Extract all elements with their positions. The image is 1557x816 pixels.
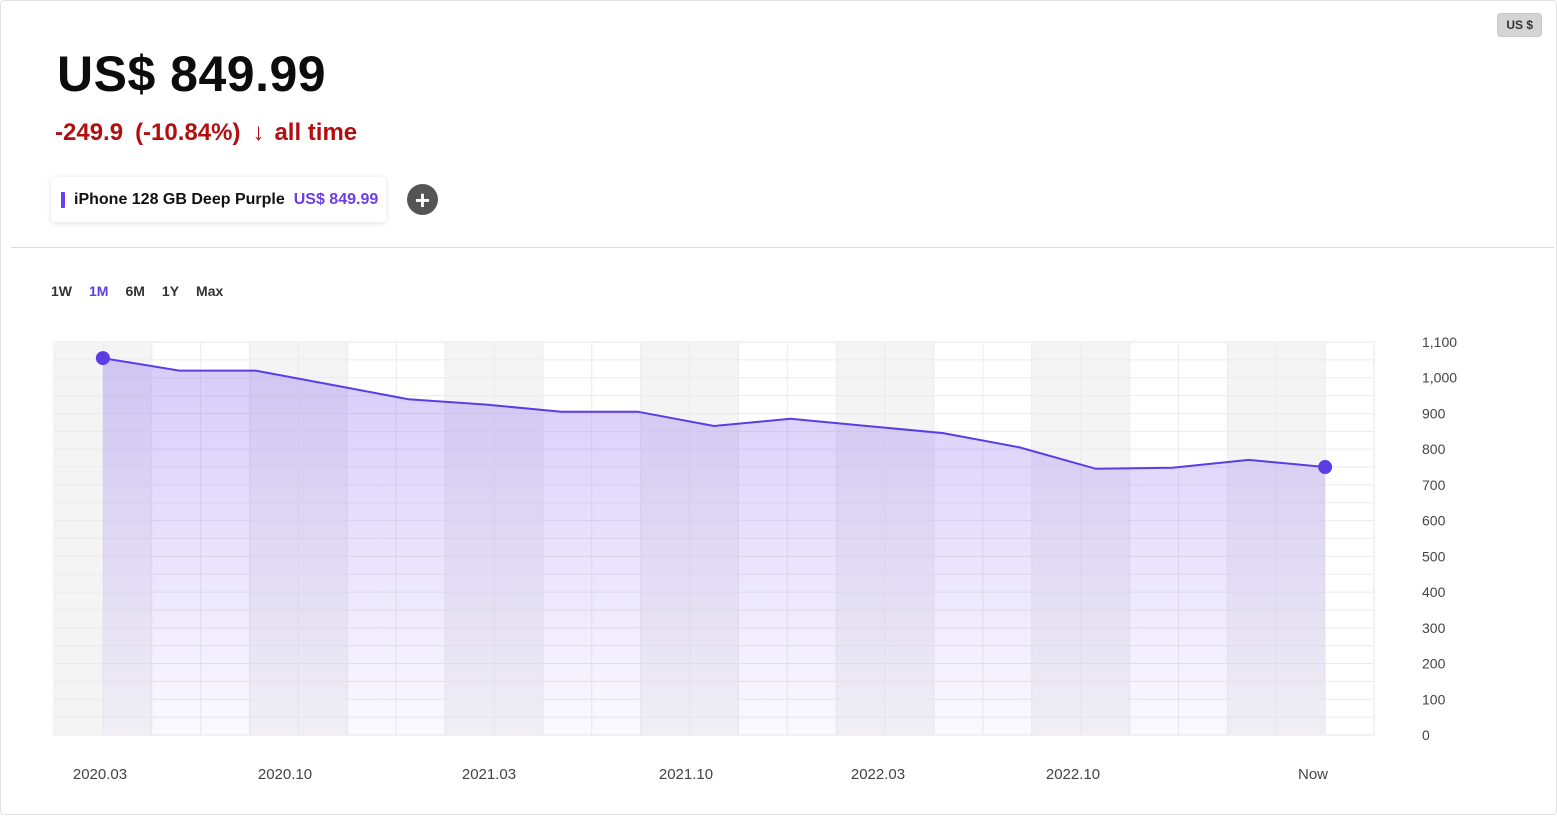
y-tick-label: 800 [1422, 441, 1446, 457]
y-tick-label: 900 [1422, 405, 1446, 421]
x-tick-label: Now [1298, 766, 1328, 783]
y-tick-label: 500 [1422, 548, 1446, 564]
x-tick-label: 2020.03 [73, 766, 127, 783]
x-tick-label: 2021.03 [462, 766, 516, 783]
y-tick-label: 600 [1422, 513, 1446, 529]
y-tick-label: 700 [1422, 477, 1446, 493]
price-history-card: US $ US$ 849.99 -249.9 (-10.84%) ↓ all t… [0, 0, 1557, 815]
y-tick-label: 1,000 [1422, 370, 1457, 386]
data-point [95, 351, 110, 366]
x-tick-label: 2022.10 [1046, 766, 1100, 783]
x-tick-label: 2020.10 [258, 766, 312, 783]
y-tick-label: 300 [1422, 620, 1446, 636]
x-tick-label: 2021.10 [659, 766, 713, 783]
y-tick-label: 0 [1422, 727, 1430, 743]
y-tick-label: 1,100 [1422, 334, 1457, 350]
y-tick-label: 400 [1422, 584, 1446, 600]
price-chart: 0 100 200 300 400 500 600 700 800 900 1,000 1,100 20… [53, 334, 1457, 783]
x-tick-label: 2022.03 [851, 766, 905, 783]
y-tick-label: 200 [1422, 656, 1446, 672]
data-point [1318, 460, 1333, 475]
y-tick-label: 100 [1422, 691, 1446, 707]
